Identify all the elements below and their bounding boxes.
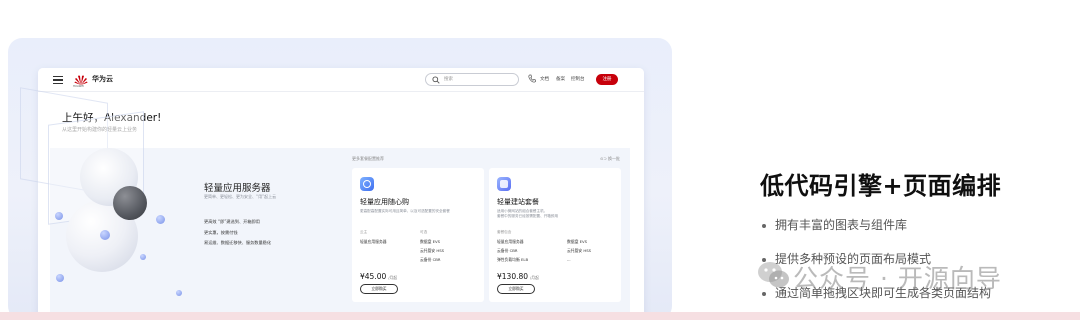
bottom-strip xyxy=(0,312,1080,320)
card-title: 轻量建站套餐 xyxy=(497,198,539,206)
product-feature: 易运维、数据迁移快、服务数量稳化 xyxy=(204,240,272,245)
card-value: 数据盘 EVS xyxy=(567,239,588,244)
site-builder-icon xyxy=(497,177,511,191)
product-feature: 更实惠，按需付钱 xyxy=(204,230,238,235)
card-value: 云托管安 HSS xyxy=(420,248,445,253)
cloud-server-icon xyxy=(360,177,374,191)
card-value: 弹性负载均衡 ELB xyxy=(497,257,529,262)
product-description: 更简单、更轻松、更为安全、“用”起上云 xyxy=(204,194,277,199)
wechat-logo-icon xyxy=(758,262,789,288)
feature-bullet: 拥有丰富的图表与组件库 xyxy=(762,216,907,233)
watermark-text: 公众号 · 开源向导 xyxy=(793,264,1002,293)
card-value: ... xyxy=(567,257,571,262)
card-value: 云备份 CBR xyxy=(420,257,441,262)
card-label: 可选 xyxy=(420,230,428,234)
card-description: 适用小微网站的组合套餐主机， 套餐中的服务已经按需配置、开箱即用 xyxy=(497,209,559,218)
card-value: 轻量应用服务器 xyxy=(360,239,387,244)
product-feature: 更高效 “即”建选到、开箱即用 xyxy=(204,219,260,224)
orb-decoration xyxy=(55,212,63,220)
feature-heading: 低代码引擎+页面编排 xyxy=(760,172,1002,200)
card-value: 轻量应用服务器 xyxy=(497,239,524,244)
orb-decoration xyxy=(140,254,146,260)
orb-decoration xyxy=(56,274,64,282)
orb-decoration xyxy=(176,290,182,296)
card-label: 套餐包含 xyxy=(497,230,512,234)
card-title: 轻量应用随心购 xyxy=(360,198,409,206)
card-price: ¥45.00/月起 xyxy=(360,272,398,281)
card-value: 云托管安 HSS xyxy=(567,248,592,253)
product-title: 轻量应用服务器 xyxy=(204,183,271,194)
orb-decoration xyxy=(156,215,165,224)
recommend-heading: 更多套餐配置推荐 xyxy=(352,156,384,161)
refresh-link[interactable]: ⊙⊃ 换一批 xyxy=(600,156,620,162)
buy-button[interactable]: 立即购买 xyxy=(497,284,535,294)
card-label: 云主 xyxy=(360,230,368,234)
offer-card[interactable]: 轻量建站套餐 适用小微网站的组合套餐主机， 套餐中的服务已经按需配置、开箱即用 … xyxy=(489,168,621,302)
card-value: 数据盘 EVS xyxy=(420,239,441,244)
card-value: 云备份 CBR xyxy=(497,248,518,253)
card-price: ¥130.80/月起 xyxy=(497,272,539,281)
offer-card[interactable]: 轻量应用随心购 更高配高配置实际可用且简单、以及可选配置的安全套餐 云主 轻量应… xyxy=(352,168,484,302)
orb-decoration xyxy=(100,230,110,240)
card-description: 更高配高配置实际可用且简单、以及可选配置的安全套餐 xyxy=(360,209,450,213)
sphere-dark-decoration xyxy=(113,186,147,220)
buy-button[interactable]: 立即购买 xyxy=(360,284,398,294)
